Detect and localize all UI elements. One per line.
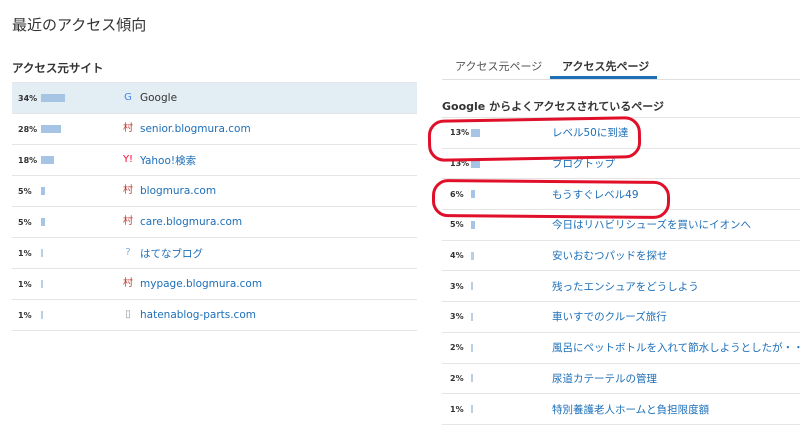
page-link[interactable]: 残ったエンシュアをどうしよう (552, 279, 699, 294)
page-link[interactable]: 風呂にペットボトルを入れて節水しようとしたが・・ (552, 340, 800, 355)
share-bar (471, 159, 480, 168)
page-link[interactable]: 車いすでのクルーズ旅行 (552, 309, 667, 324)
page-link[interactable]: もうすぐレベル49 (552, 187, 639, 202)
referrer-row[interactable]: 1% 村 mypage.blogmura.com (12, 269, 417, 300)
percentage-label: 1% (450, 404, 464, 414)
percentage-label: 5% (450, 220, 464, 230)
percentage-label: 34% (18, 93, 38, 103)
percentage-label: 2% (450, 343, 464, 353)
page-link[interactable]: レベル50に到達 (552, 125, 628, 140)
tab-destination-pages[interactable]: アクセス先ページ (562, 58, 649, 74)
percentage-label: 4% (450, 251, 464, 261)
percentage-label: 3% (450, 281, 464, 291)
google-icon: G (124, 92, 132, 103)
referrer-link[interactable]: Google (140, 92, 177, 104)
referrer-row[interactable]: 1%? はてなブログ (12, 238, 417, 269)
percentage-label: 2% (450, 373, 464, 383)
percentage-label: 5% (18, 217, 32, 227)
percentage-label: 1% (18, 248, 32, 258)
referrer-row[interactable]: 5% 村 care.blogmura.com (12, 207, 417, 238)
blogmura-icon: 村 (123, 123, 133, 134)
referrer-sites-heading: アクセス元サイト (12, 61, 104, 75)
referrer-link[interactable]: blogmura.com (140, 185, 216, 197)
google-top-pages-heading: Google からよくアクセスされているページ (442, 100, 664, 113)
referrer-link[interactable]: senior.blogmura.com (140, 123, 251, 135)
referrer-link[interactable]: Yahoo!検索 (140, 153, 196, 168)
percentage-label: 13% (450, 159, 470, 169)
percentage-label: 3% (450, 312, 464, 322)
page-row[interactable]: 13% ブログトップ (442, 149, 800, 180)
referrer-link[interactable]: はてなブログ (140, 246, 203, 261)
page-link[interactable]: 今日はリハビリシューズを買いにイオンへ (552, 217, 751, 232)
question-icon: ? (125, 247, 131, 258)
share-bar (471, 251, 474, 260)
share-bar (471, 374, 473, 383)
active-tab-indicator (550, 76, 657, 79)
referrer-row[interactable]: 5% 村 blogmura.com (12, 176, 417, 207)
page-row[interactable]: 6% もうすぐレベル49 (442, 179, 800, 211)
page-row[interactable]: 1% 特別養護老人ホームと負担限度額 (442, 394, 800, 425)
percentage-label: 1% (18, 310, 32, 320)
share-bar (41, 94, 65, 102)
page-row[interactable]: 13% レベル50に到達 (442, 118, 800, 149)
referrer-row[interactable]: 18% Y! Yahoo!検索 (12, 145, 417, 176)
share-bar (41, 218, 45, 226)
page-row[interactable]: 4% 安いおむつパッドを探せ (442, 241, 800, 272)
share-bar (41, 249, 43, 257)
share-bar (471, 220, 475, 229)
referrer-link[interactable]: care.blogmura.com (140, 216, 242, 228)
share-bar (41, 280, 43, 288)
page-title: 最近のアクセス傾向 (12, 16, 147, 34)
page-row[interactable]: 3% 残ったエンシュアをどうしよう (442, 271, 800, 303)
referrer-link[interactable]: mypage.blogmura.com (140, 278, 262, 290)
page-link[interactable]: 安いおむつパッドを探せ (552, 248, 668, 263)
percentage-label: 1% (18, 279, 32, 289)
tab-source-pages[interactable]: アクセス元ページ (455, 58, 542, 74)
page-link[interactable]: 尿道カテーテルの管理 (552, 371, 657, 386)
blogmura-icon: 村 (123, 278, 133, 289)
share-bar (41, 187, 45, 195)
blogmura-icon: 村 (123, 216, 133, 227)
page-link[interactable]: 特別養護老人ホームと負担限度額 (552, 402, 709, 417)
page-row[interactable]: 3% 車いすでのクルーズ旅行 (442, 302, 800, 333)
referrer-row[interactable]: 28% 村 senior.blogmura.com (12, 114, 417, 145)
percentage-label: 13% (450, 128, 470, 138)
share-bar (41, 125, 61, 133)
blogmura-icon: 村 (123, 185, 133, 196)
referrer-row[interactable]: 34% G Google (12, 83, 417, 114)
referrer-row[interactable]: 1% ▯ hatenablog-parts.com (12, 300, 417, 331)
referrer-sites-table: 34% G Google 28% 村 senior.blogmura.com 18% Y! Ya… (12, 82, 417, 331)
destination-pages-table: 13% レベル50に到達 13% ブログトップ 6% もうすぐレベル49 5% 今日はリハビリ… (442, 117, 800, 425)
page-link[interactable]: ブログトップ (552, 156, 615, 171)
share-bar (471, 128, 480, 137)
percentage-label: 18% (18, 155, 38, 165)
percentage-label: 5% (18, 186, 32, 196)
yahoo-icon: Y! (122, 154, 134, 165)
page-row[interactable]: 2% 風呂にペットボトルを入れて節水しようとしたが・・ (442, 333, 800, 364)
share-bar (471, 190, 475, 199)
page-icon: ▯ (125, 309, 131, 320)
page-row[interactable]: 2% 尿道カテーテルの管理 (442, 364, 800, 395)
share-bar (471, 343, 473, 352)
referrer-link[interactable]: hatenablog-parts.com (140, 309, 256, 321)
share-bar (471, 405, 473, 414)
share-bar (471, 282, 473, 291)
share-bar (471, 312, 473, 321)
tab-bar: アクセス元ページ アクセス先ページ (442, 52, 800, 80)
percentage-label: 28% (18, 124, 38, 134)
share-bar (41, 311, 43, 319)
percentage-label: 6% (450, 189, 464, 199)
share-bar (41, 156, 54, 164)
page-row[interactable]: 5% 今日はリハビリシューズを買いにイオンへ (442, 210, 800, 241)
